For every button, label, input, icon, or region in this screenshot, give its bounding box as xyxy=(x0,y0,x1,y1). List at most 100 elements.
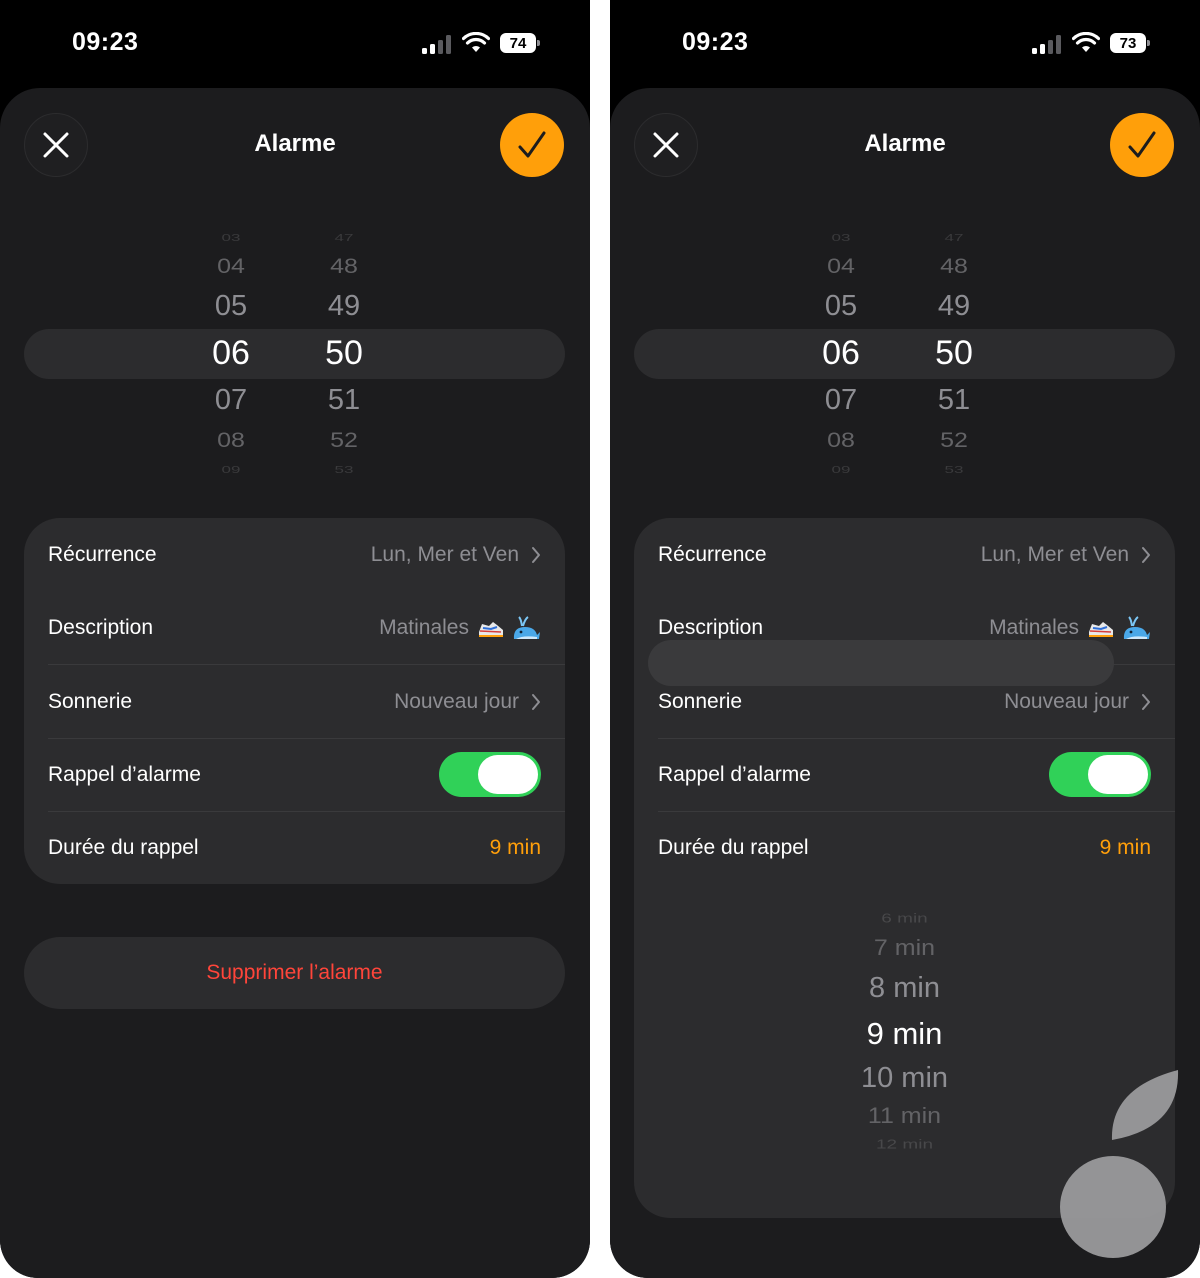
recurrence-label: Récurrence xyxy=(658,542,767,566)
checkmark-icon xyxy=(518,131,546,158)
picker-selection-highlight xyxy=(634,329,1175,379)
snooze-option[interactable]: 11 min xyxy=(634,1104,1175,1130)
toggle-knob xyxy=(478,755,538,794)
snooze-duration-label: Durée du rappel xyxy=(658,835,809,859)
hour-option[interactable]: 05 xyxy=(801,290,881,323)
toggle-knob xyxy=(1088,755,1148,794)
hour-wheel[interactable]: 03 04 05 06 07 08 09 xyxy=(191,216,271,488)
whale-emoji-icon xyxy=(513,615,540,639)
recurrence-row[interactable]: Récurrence Lun, Mer et Ven xyxy=(658,518,1151,591)
recurrence-value: Lun, Mer et Ven xyxy=(980,542,1129,566)
minute-wheel[interactable]: 47 48 49 50 51 52 53 xyxy=(304,216,384,488)
confirm-button[interactable] xyxy=(500,113,564,177)
snooze-row: Rappel d’alarme xyxy=(658,738,1151,811)
cellular-signal-icon xyxy=(1032,34,1064,54)
ringtone-row[interactable]: Sonnerie Nouveau jour xyxy=(48,665,541,738)
status-bar: 09:23 74 xyxy=(0,0,590,88)
snooze-option[interactable]: 8 min xyxy=(634,972,1175,1005)
ringtone-value: Nouveau jour xyxy=(394,689,519,713)
hour-option-selected[interactable]: 06 xyxy=(801,334,881,373)
alarm-sheet: Alarme 03 04 05 06 07 08 09 47 48 49 50 xyxy=(0,88,590,1278)
hour-option[interactable]: 04 xyxy=(801,254,881,279)
minute-option[interactable]: 52 xyxy=(914,428,994,453)
snooze-option[interactable]: 12 min xyxy=(634,1137,1175,1152)
hour-option[interactable]: 03 xyxy=(801,232,881,244)
leaf-watermark-icon xyxy=(1111,1070,1179,1140)
hour-option[interactable]: 05 xyxy=(191,290,271,323)
wifi-icon xyxy=(1072,32,1100,52)
snooze-duration-value: 9 min xyxy=(489,835,541,859)
ringtone-value: Nouveau jour xyxy=(1004,689,1129,713)
hour-option[interactable]: 03 xyxy=(191,232,271,244)
hour-option-selected[interactable]: 06 xyxy=(191,334,271,373)
battery-icon: 73 xyxy=(1110,33,1150,53)
hour-option[interactable]: 09 xyxy=(801,464,881,476)
phone-screen-right: 09:23 73 Alarme 03 04 05 06 07 08 09 47 … xyxy=(610,0,1200,1278)
snooze-option[interactable]: 10 min xyxy=(634,1062,1175,1095)
minute-option-selected[interactable]: 50 xyxy=(914,334,994,373)
recurrence-label: Récurrence xyxy=(48,542,157,566)
minute-option[interactable]: 49 xyxy=(914,290,994,323)
description-value: Matinales xyxy=(379,615,469,639)
minute-wheel[interactable]: 47 48 49 50 51 52 53 xyxy=(914,216,994,488)
delete-alarm-button[interactable]: Supprimer l’alarme xyxy=(24,937,565,1009)
phone-screen-left: 09:23 74 Alarme 03 04 05 06 07 08 09 47 … xyxy=(0,0,590,1278)
snooze-duration-picker[interactable]: 6 min 7 min 8 min 9 min 10 min 11 min 12… xyxy=(634,888,1175,1178)
status-time: 09:23 xyxy=(682,28,749,56)
status-time: 09:23 xyxy=(72,28,139,56)
description-label: Description xyxy=(658,615,764,639)
hour-option[interactable]: 07 xyxy=(191,384,271,417)
snooze-duration-row[interactable]: Durée du rappel 9 min xyxy=(658,811,1151,884)
status-bar: 09:23 73 xyxy=(610,0,1200,88)
chevron-right-icon xyxy=(1142,546,1150,563)
cellular-signal-icon xyxy=(422,34,454,54)
sneaker-emoji-icon xyxy=(479,621,503,637)
minute-option[interactable]: 48 xyxy=(304,254,384,279)
confirm-button[interactable] xyxy=(1110,113,1174,177)
minute-option[interactable]: 49 xyxy=(304,290,384,323)
battery-icon: 74 xyxy=(500,33,540,53)
sneaker-emoji-icon xyxy=(1089,621,1113,637)
recurrence-row[interactable]: Récurrence Lun, Mer et Ven xyxy=(48,518,541,591)
time-picker[interactable]: 03 04 05 06 07 08 09 47 48 49 50 51 52 5… xyxy=(610,216,1200,488)
checkmark-icon xyxy=(1128,131,1156,158)
ringtone-label: Sonnerie xyxy=(658,689,743,713)
hour-wheel[interactable]: 03 04 05 06 07 08 09 xyxy=(801,216,881,488)
hour-option[interactable]: 08 xyxy=(801,428,881,453)
minute-option[interactable]: 47 xyxy=(914,232,994,244)
chevron-right-icon xyxy=(532,693,540,710)
hour-option[interactable]: 04 xyxy=(191,254,271,279)
description-value: Matinales xyxy=(989,615,1079,639)
minute-option[interactable]: 47 xyxy=(304,232,384,244)
wifi-icon xyxy=(462,32,490,52)
chevron-right-icon xyxy=(532,546,540,563)
minute-option[interactable]: 51 xyxy=(914,384,994,417)
alarm-settings-card: Récurrence Lun, Mer et Ven Description M… xyxy=(24,518,565,884)
ringtone-label: Sonnerie xyxy=(48,689,133,713)
snooze-option[interactable]: 6 min xyxy=(634,911,1175,926)
alarm-sheet: Alarme 03 04 05 06 07 08 09 47 48 49 50 xyxy=(610,88,1200,1278)
snooze-option[interactable]: 7 min xyxy=(634,936,1175,962)
whale-emoji-icon xyxy=(1123,615,1150,639)
snooze-toggle[interactable] xyxy=(1049,752,1151,797)
description-row[interactable]: Description Matinales xyxy=(48,591,541,664)
description-label: Description xyxy=(48,615,154,639)
snooze-option-selected[interactable]: 9 min xyxy=(634,1016,1175,1052)
minute-option[interactable]: 48 xyxy=(914,254,994,279)
hour-option[interactable]: 09 xyxy=(191,464,271,476)
snooze-toggle[interactable] xyxy=(439,752,541,797)
watermark-circle xyxy=(1060,1156,1166,1258)
minute-option[interactable]: 53 xyxy=(304,464,384,476)
minute-option[interactable]: 51 xyxy=(304,384,384,417)
time-picker[interactable]: 03 04 05 06 07 08 09 47 48 49 50 51 52 5… xyxy=(0,216,590,488)
snooze-duration-label: Durée du rappel xyxy=(48,835,199,859)
snooze-duration-value: 9 min xyxy=(1099,835,1151,859)
minute-option[interactable]: 53 xyxy=(914,464,994,476)
minute-option[interactable]: 52 xyxy=(304,428,384,453)
snooze-picker-selection-highlight xyxy=(648,640,1114,686)
hour-option[interactable]: 07 xyxy=(801,384,881,417)
snooze-duration-row[interactable]: Durée du rappel 9 min xyxy=(48,811,541,884)
hour-option[interactable]: 08 xyxy=(191,428,271,453)
minute-option-selected[interactable]: 50 xyxy=(304,334,384,373)
snooze-row: Rappel d’alarme xyxy=(48,738,541,811)
